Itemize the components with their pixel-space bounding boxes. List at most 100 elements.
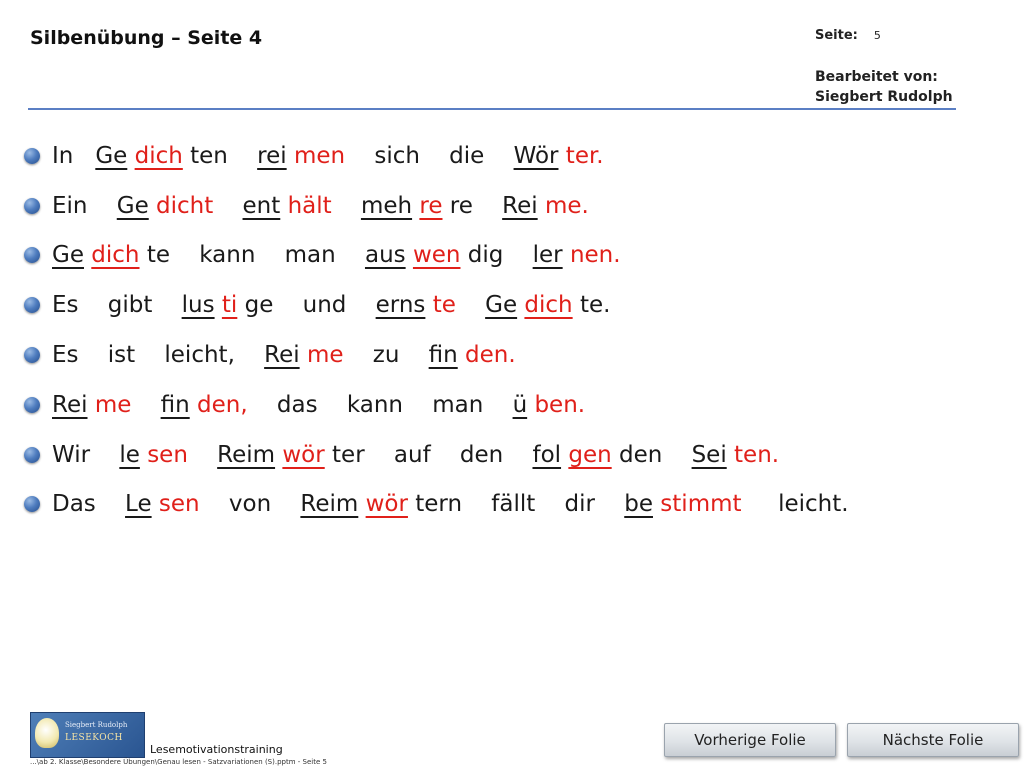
syllable: [73, 143, 95, 169]
syllable-red: me: [306, 342, 344, 369]
syllable: ge und: [237, 292, 376, 319]
logo-brand: LESEKOCH: [65, 733, 123, 743]
syllable-red: sen: [147, 441, 188, 468]
header-divider: [28, 108, 956, 110]
syllable: Ein: [52, 192, 88, 219]
syllable: [88, 392, 95, 418]
syllable-red: dicht: [156, 192, 214, 219]
syllable: re: [442, 192, 503, 219]
syllable-red: sen: [158, 491, 200, 518]
syllable-red: wen: [412, 242, 461, 269]
syllable: te kann man: [139, 242, 365, 269]
syllable-exercise: In Ge dich ten rei men sich die Wör ter.…: [24, 131, 849, 529]
syllable-red: te: [432, 292, 456, 319]
syllable: Sei: [691, 441, 727, 468]
syllable: [275, 442, 282, 468]
syllable: von: [199, 491, 301, 518]
syllable: meh: [360, 192, 413, 219]
lightbulb-icon: [35, 718, 59, 748]
sentence-line: Das Le sen von Reim wör tern fällt dir b…: [24, 480, 849, 530]
syllable: den: [611, 441, 692, 468]
syllable: ent: [242, 192, 281, 219]
syllable: [563, 242, 570, 268]
syllable: fol: [532, 441, 562, 468]
syllable: Rei: [502, 192, 538, 219]
sentence-line: Rei me fin den, das kann man ü ben.: [24, 380, 849, 430]
syllable: In: [52, 142, 74, 169]
syllable: ten: [182, 142, 258, 169]
syllable: [653, 491, 660, 517]
syllable-red: hält: [287, 192, 332, 219]
bullet-icon: [24, 396, 40, 413]
syllable: [190, 392, 197, 418]
syllable: Rei: [264, 342, 300, 369]
syllable: aus: [364, 242, 406, 269]
syllable: Ge: [116, 192, 149, 219]
syllable-red: me: [94, 391, 132, 418]
page-label: Seite:: [815, 28, 858, 43]
syllable: Es ist leicht,: [52, 342, 265, 369]
syllable-red: dich: [91, 242, 140, 269]
syllable: [458, 342, 465, 368]
syllable: [88, 193, 117, 219]
sentence-line: In Ge dich ten rei men sich die Wör ter.: [24, 131, 849, 181]
sentence-line: Ge dich te kann man aus wen dig ler nen.: [24, 231, 849, 281]
bullet-icon: [24, 147, 40, 164]
file-path: ...\ab 2. Klasse\Besondere Übungen\Genau…: [30, 758, 327, 766]
syllable: Das: [52, 491, 126, 518]
syllable: [188, 442, 217, 468]
syllable: [358, 491, 365, 517]
syllable: tern fällt dir: [407, 491, 625, 518]
syllable: [215, 292, 222, 318]
syllable-red: men: [293, 142, 346, 169]
syllable-red: dich: [134, 142, 183, 169]
syllable-red: wör: [365, 491, 408, 518]
syllable: [140, 442, 147, 468]
syllable: [456, 292, 485, 318]
page-number: 5: [873, 29, 881, 42]
syllable-red: ter.: [565, 142, 604, 169]
syllable: [425, 292, 432, 318]
syllable: [527, 392, 534, 418]
sentence-line: Ein Ge dicht ent hält meh re re Rei me.: [24, 181, 849, 231]
syllable: dig: [460, 242, 533, 269]
syllable: [213, 193, 242, 219]
bullet-icon: [24, 446, 40, 463]
bullet-icon: [24, 496, 40, 513]
syllable-red: den.: [465, 342, 516, 369]
syllable: [332, 193, 361, 219]
syllable: Le: [125, 491, 152, 518]
next-slide-button[interactable]: Nächste Folie: [847, 723, 1019, 757]
syllable: lus: [181, 292, 215, 319]
syllable-red: ben.: [534, 391, 586, 418]
syllable-red: ti: [221, 292, 238, 319]
syllable-red: gen: [568, 441, 612, 468]
syllable: rei: [257, 142, 287, 169]
syllable-red: stimmt: [660, 491, 742, 518]
syllable: [127, 143, 134, 169]
previous-slide-button[interactable]: Vorherige Folie: [664, 723, 836, 757]
syllable: [727, 442, 734, 468]
syllable: ter auf den: [324, 441, 533, 468]
syllable: le: [119, 441, 140, 468]
syllable: zu: [343, 342, 429, 369]
bullet-icon: [24, 297, 40, 314]
syllable: [300, 342, 307, 368]
syllable: leicht.: [741, 491, 849, 518]
sentence-line: Es ist leicht, Rei me zu fin den.: [24, 330, 849, 380]
syllable-red: nen.: [569, 242, 621, 269]
syllable: [561, 442, 568, 468]
logo-name: Siegbert Rudolph: [65, 721, 128, 729]
syllable: ler: [532, 242, 563, 269]
syllable: [149, 193, 156, 219]
syllable-red: re: [419, 192, 443, 219]
syllable: [84, 242, 91, 268]
syllable-red: ten.: [734, 441, 780, 468]
bullet-icon: [24, 197, 40, 214]
syllable: [131, 392, 160, 418]
syllable: Wir: [52, 441, 120, 468]
syllable: [412, 193, 419, 219]
bullet-icon: [24, 347, 40, 364]
syllable-red: me.: [544, 192, 589, 219]
editor-name: Siegbert Rudolph: [815, 89, 953, 105]
